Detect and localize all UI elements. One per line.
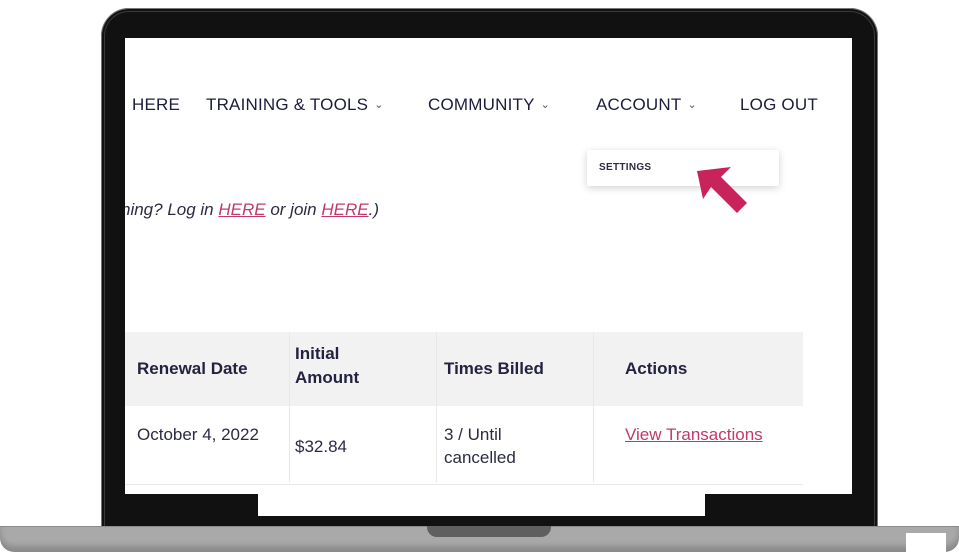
laptop-screen: HERE TRAINING & TOOLS ⌄ COMMUNITY ⌄ ACCOUN… (125, 38, 852, 494)
login-notice-middle: or join (265, 200, 322, 219)
base-corner-patch (906, 533, 946, 554)
nav-item-label: HERE (132, 95, 181, 114)
chevron-down-icon: ⌄ (540, 99, 551, 111)
nav-item-label: LOG OUT (740, 95, 818, 114)
screen-bottom-strip (258, 494, 705, 516)
cell-initial-amount: $32.84 (295, 437, 347, 456)
login-notice-suffix: .) (368, 200, 379, 219)
arrow-pointer-icon (697, 167, 747, 213)
chevron-down-icon: ⌄ (374, 99, 384, 111)
column-header-renewal-date: Renewal Date (137, 359, 248, 378)
nav-item-label: TRAINING & TOOLS (206, 95, 369, 114)
view-transactions-link[interactable]: View Transactions (625, 425, 763, 444)
column-header-actions: Actions (625, 359, 688, 378)
column-divider (289, 332, 290, 482)
login-link[interactable]: HERE (218, 200, 265, 219)
login-notice: hing? Log in HERE or join HERE.) (125, 200, 379, 220)
nav-item-community[interactable]: COMMUNITY ⌄ (428, 95, 550, 115)
nav-item-label: COMMUNITY (428, 95, 535, 114)
menu-item-settings[interactable]: SETTINGS (599, 162, 651, 173)
chevron-down-icon: ⌄ (687, 99, 697, 111)
join-link[interactable]: HERE (321, 200, 368, 219)
column-header-initial-amount: Initial Amount (295, 344, 360, 387)
nav-item-here[interactable]: HERE (132, 95, 180, 115)
column-divider (593, 332, 594, 482)
login-notice-prefix: hing? Log in (125, 200, 219, 219)
nav-item-label: ACCOUNT (596, 95, 682, 114)
cell-times-billed: 3 / Until cancelled (444, 425, 516, 467)
cell-action: View Transactions (625, 423, 765, 446)
nav-item-training-tools[interactable]: TRAINING & TOOLS ⌄ (206, 95, 384, 115)
column-divider (436, 332, 437, 482)
laptop-base-notch (427, 526, 551, 537)
nav-item-log-out[interactable]: LOG OUT (740, 95, 818, 115)
cell-renewal-date: October 4, 2022 (137, 425, 259, 444)
column-header-times-billed: Times Billed (444, 359, 544, 378)
row-divider (125, 484, 803, 485)
nav-item-account[interactable]: ACCOUNT ⌄ (596, 95, 697, 115)
